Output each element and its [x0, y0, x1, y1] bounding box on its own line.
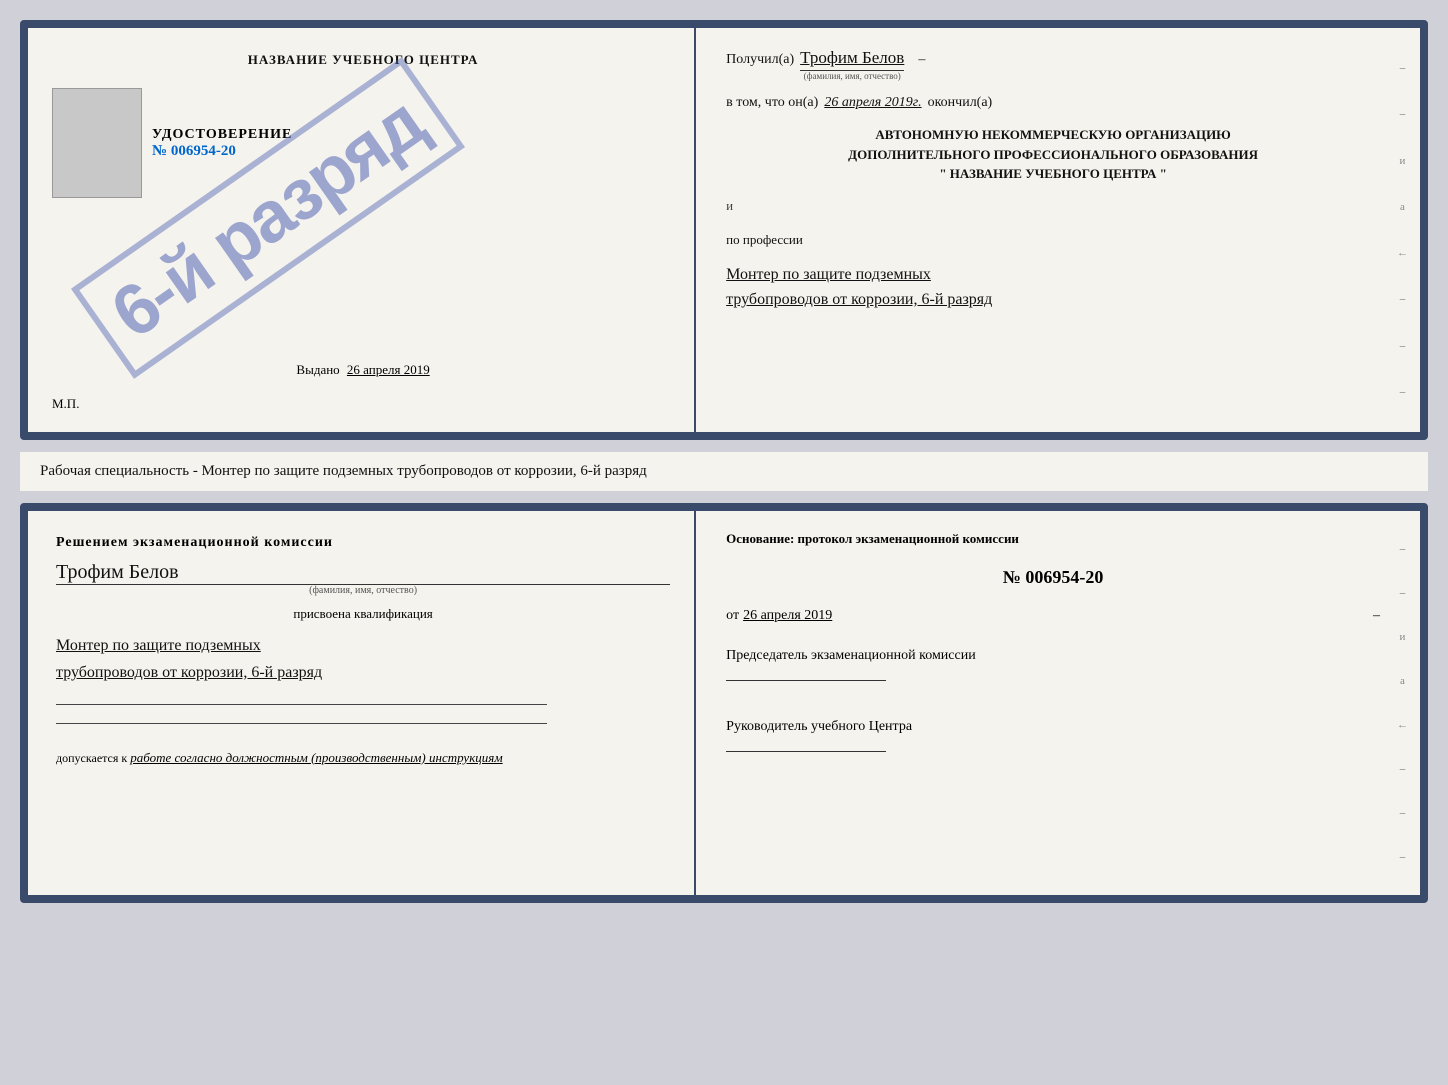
stamp-area: УДОСТОВЕРЕНИЕ № 006954-20 [52, 88, 674, 198]
prisvoena-label: присвоена квалификация [56, 606, 670, 622]
ot-line: от 26 апреля 2019 – [726, 608, 1380, 624]
fio-hint-top: (фамилия, имя, отчество) [804, 71, 901, 81]
vtom-line: в том, что он(а) 26 апреля 2019г. окончи… [726, 95, 1380, 111]
vtom-date: 26 апреля 2019г. [824, 95, 921, 111]
dopuskaetsya-block: допускается к работе согласно должностны… [56, 750, 670, 766]
middle-text: Рабочая специальность - Монтер по защите… [20, 452, 1428, 491]
i-label: и [726, 198, 733, 214]
cert-bottom-right: Основание: протокол экзаменационной коми… [696, 511, 1420, 895]
org-block: АВТОНОМНУЮ НЕКОММЕРЧЕСКУЮ ОРГАНИЗАЦИЮ ДО… [726, 125, 1380, 184]
vydano-date: 26 апреля 2019 [347, 362, 430, 377]
org-line3: " НАЗВАНИЕ УЧЕБНОГО ЦЕНТРА " [726, 164, 1380, 184]
dopusk-value: работе согласно должностным (производств… [130, 750, 502, 765]
rukovoditel-label: Руководитель учебного Центра [726, 719, 1380, 735]
profession-line2: трубопроводов от коррозии, 6-й разряд [726, 287, 1380, 313]
org-line2: ДОПОЛНИТЕЛЬНОГО ПРОФЕССИОНАЛЬНОГО ОБРАЗО… [726, 145, 1380, 165]
cert-bottom-left: Решением экзаменационной комиссии Трофим… [28, 511, 696, 895]
osnovanie-title: Основание: протокол экзаменационной коми… [726, 531, 1380, 547]
udost-number: № 006954-20 [152, 143, 674, 160]
cert-top-right: Получил(а) Трофим Белов (фамилия, имя, о… [696, 28, 1420, 432]
poluchil-name: Трофим Белов [800, 48, 904, 71]
qualification-text: Монтер по защите подземных трубопроводов… [56, 632, 670, 686]
sign-line-2 [56, 723, 547, 724]
predsedatel-label: Председатель экзаменационной комиссии [726, 648, 1380, 664]
cert-top-left: НАЗВАНИЕ УЧЕБНОГО ЦЕНТРА УДОСТОВЕРЕНИЕ №… [28, 28, 696, 432]
fio-value-bottom: Трофим Белов [56, 561, 670, 585]
vydano-line: Выдано 26 апреля 2019 [296, 362, 429, 378]
fio-hint-bottom: (фамилия, имя, отчество) [309, 585, 417, 596]
dopuskaetsya-label: допускается к [56, 751, 127, 765]
rukovoditel-sign-line [726, 751, 886, 752]
okonchil-label: окончил(а) [928, 95, 993, 111]
fio-block-bottom: Трофим Белов (фамилия, имя, отчество) [56, 561, 670, 596]
reshenie-title: Решением экзаменационной комиссии [56, 535, 670, 551]
profession-line1: Монтер по защите подземных [726, 262, 1380, 288]
vtom-label: в том, что он(а) [726, 95, 818, 111]
mp-line: М.П. [52, 396, 79, 412]
vydano-label: Выдано [296, 362, 339, 377]
page-wrapper: НАЗВАНИЕ УЧЕБНОГО ЦЕНТРА УДОСТОВЕРЕНИЕ №… [20, 20, 1428, 903]
udost-title: УДОСТОВЕРЕНИЕ [152, 127, 674, 143]
top-certificate: НАЗВАНИЕ УЧЕБНОГО ЦЕНТРА УДОСТОВЕРЕНИЕ №… [20, 20, 1428, 440]
sign-line-1 [56, 704, 547, 705]
profession-text: Монтер по защите подземных трубопроводов… [726, 262, 1380, 313]
ot-date: 26 апреля 2019 [743, 608, 832, 624]
qualification-line2: трубопроводов от коррозии, 6-й разряд [56, 659, 670, 686]
rukovoditel-block: Руководитель учебного Центра [726, 719, 1380, 756]
org-line1: АВТОНОМНУЮ НЕКОММЕРЧЕСКУЮ ОРГАНИЗАЦИЮ [726, 125, 1380, 145]
poluchil-line: Получил(а) Трофим Белов (фамилия, имя, о… [726, 48, 1380, 81]
protocol-number: № 006954-20 [726, 567, 1380, 588]
bottom-certificate: Решением экзаменационной комиссии Трофим… [20, 503, 1428, 903]
ot-label: от [726, 608, 739, 624]
photo-placeholder [52, 88, 142, 198]
udostoverenie-block: УДОСТОВЕРЕНИЕ № 006954-20 [152, 88, 674, 198]
predsedatel-block: Председатель экзаменационной комиссии [726, 648, 1380, 685]
dash-right-1: – [1373, 608, 1380, 624]
middle-text-content: Рабочая специальность - Монтер по защите… [40, 463, 647, 479]
dash-top: – [918, 52, 925, 68]
poluchil-label: Получил(а) [726, 52, 794, 68]
top-left-title: НАЗВАНИЕ УЧЕБНОГО ЦЕНТРА [248, 52, 479, 68]
qualification-line1: Монтер по защите подземных [56, 632, 670, 659]
po-professii-label: по профессии [726, 232, 1380, 248]
predsedatel-sign-line [726, 680, 886, 681]
